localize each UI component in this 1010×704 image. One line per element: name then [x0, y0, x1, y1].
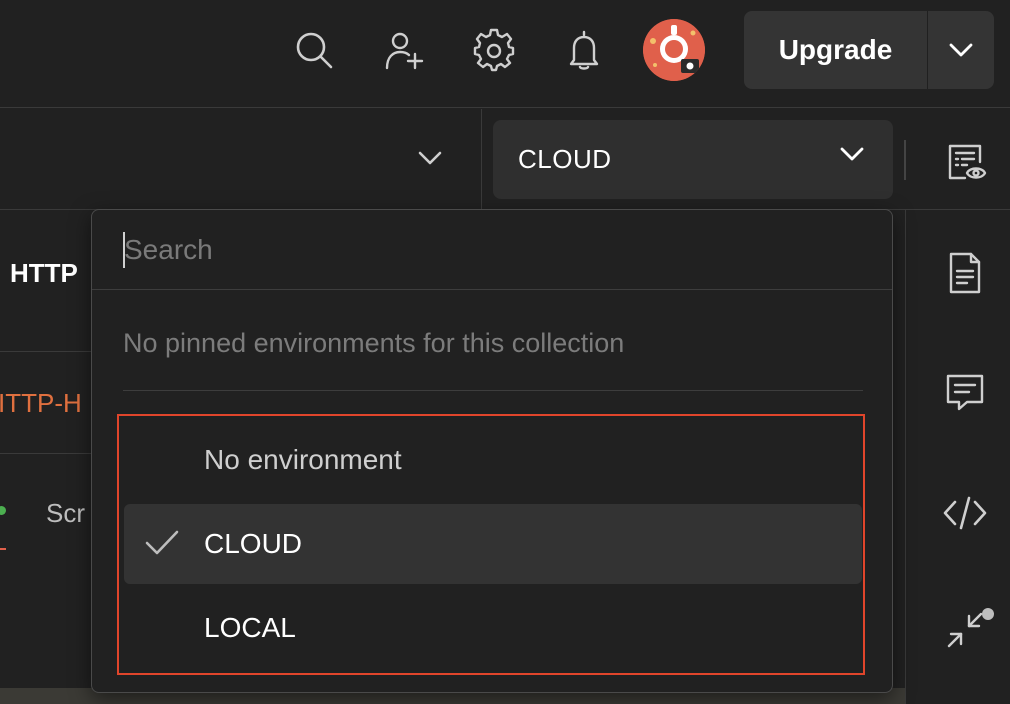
- search-input[interactable]: [122, 230, 862, 270]
- comments-icon[interactable]: [935, 362, 995, 422]
- environment-options: No environment CLOUD LOCAL: [117, 414, 865, 675]
- notifications-icon[interactable]: [560, 26, 608, 74]
- upgrade-menu-chevron-down-icon[interactable]: [928, 11, 994, 89]
- text-cursor: [123, 232, 125, 268]
- environment-option-local[interactable]: LOCAL: [124, 588, 862, 668]
- row-label: Scr: [46, 498, 85, 528]
- notification-dot: [982, 608, 994, 620]
- code-icon[interactable]: [935, 483, 995, 543]
- checkmark-icon: [144, 528, 180, 563]
- avatar[interactable]: [643, 19, 705, 81]
- environment-option-none[interactable]: No environment: [124, 420, 862, 500]
- environment-dropdown: No pinned environments for this collecti…: [91, 209, 893, 693]
- environment-option-label: LOCAL: [204, 612, 296, 643]
- toolbar-divider: [481, 109, 482, 210]
- tab-list-chevron-down-icon[interactable]: [410, 138, 450, 178]
- documentation-icon[interactable]: [935, 243, 995, 303]
- upgrade-button-group: Upgrade: [744, 11, 994, 89]
- upgrade-button[interactable]: Upgrade: [744, 11, 928, 89]
- invite-user-icon[interactable]: [380, 26, 428, 74]
- environment-option-label: CLOUD: [204, 528, 303, 559]
- status-marker: [0, 548, 6, 550]
- settings-icon[interactable]: [470, 26, 518, 74]
- divider: [123, 390, 863, 391]
- pinned-environments-message: No pinned environments for this collecti…: [123, 328, 625, 358]
- environment-option-cloud[interactable]: CLOUD: [124, 504, 862, 584]
- environment-quick-look-icon[interactable]: [940, 137, 990, 187]
- top-bar: Upgrade: [0, 0, 1010, 108]
- divider: [0, 453, 92, 454]
- environment-option-label: No environment: [204, 444, 402, 475]
- divider: [0, 351, 92, 352]
- environment-selector[interactable]: CLOUD: [493, 120, 893, 199]
- request-tab[interactable]: ITTP-H: [0, 388, 82, 419]
- request-title: HTTP: [10, 258, 78, 288]
- environment-search: [92, 210, 892, 290]
- toolbar-divider: [904, 140, 906, 180]
- search-icon[interactable]: [290, 26, 338, 74]
- environment-selector-label: CLOUD: [518, 144, 612, 174]
- chevron-down-icon: [839, 146, 865, 167]
- status-dot: [0, 506, 6, 515]
